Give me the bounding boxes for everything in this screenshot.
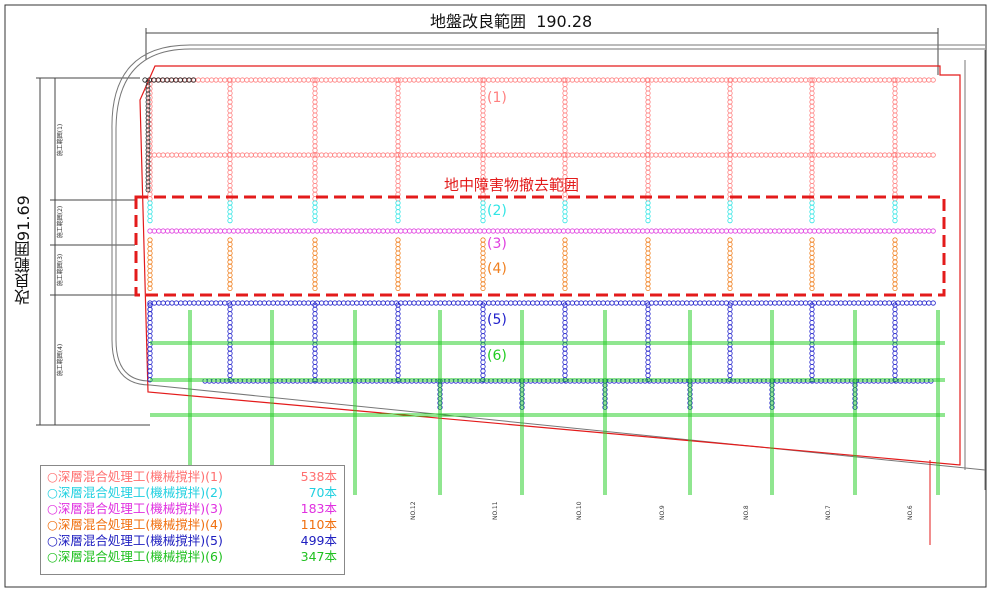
zone-label-6: (6) bbox=[487, 348, 507, 364]
station-label: NO.12 bbox=[410, 501, 417, 520]
section-label: 施工範囲(3) bbox=[56, 254, 64, 287]
station-label: NO.8 bbox=[743, 505, 750, 520]
legend-count: 538本 bbox=[300, 469, 337, 484]
pile-grid bbox=[142, 77, 945, 495]
section-labels: 施工範囲(1) 施工範囲(2) 施工範囲(3) 施工範囲(4) bbox=[56, 124, 64, 377]
legend-count: 183本 bbox=[300, 501, 337, 516]
station-markers: NO.12 NO.11 NO.10 NO.9 NO.8 NO.7 NO.6 bbox=[410, 501, 914, 520]
station-label: NO.7 bbox=[825, 505, 832, 520]
legend-count: 499本 bbox=[300, 533, 337, 548]
obstacle-removal-area bbox=[134, 195, 946, 297]
legend-count: 347本 bbox=[300, 549, 337, 564]
zone-label-2: (2) bbox=[487, 203, 507, 219]
zone-label-5: (5) bbox=[487, 312, 507, 328]
legend-label: ○深層混合処理工(機械撹拌)(4) bbox=[47, 517, 223, 532]
zone-label-4: (4) bbox=[487, 261, 507, 277]
legend-box: ○深層混合処理工(機械撹拌)(1) 538本 ○深層混合処理工(機械撹拌)(2) 7… bbox=[40, 465, 345, 575]
improvement-width-label: 地盤改良範囲 190.28 bbox=[430, 12, 593, 31]
station-label: NO.6 bbox=[907, 505, 914, 520]
height-dimension bbox=[36, 77, 150, 426]
legend-count: 70本 bbox=[308, 485, 337, 500]
legend-row-3: ○深層混合処理工(機械撹拌)(3) 183本 bbox=[47, 501, 344, 517]
width-dimension bbox=[145, 28, 939, 75]
legend-row-2: ○深層混合処理工(機械撹拌)(2) 70本 bbox=[47, 485, 344, 501]
legend-label: ○深層混合処理工(機械撹拌)(1) bbox=[47, 469, 223, 484]
legend-count: 110本 bbox=[300, 517, 337, 532]
improvement-height-label: 改良範囲91.69 bbox=[14, 195, 33, 305]
obstacle-removal-label: 地中障害物撤去範囲 bbox=[444, 176, 580, 194]
legend-label: ○深層混合処理工(機械撹拌)(2) bbox=[47, 485, 223, 500]
section-label: 施工範囲(4) bbox=[56, 344, 64, 377]
station-label: NO.10 bbox=[576, 501, 583, 520]
legend-row-5: ○深層混合処理工(機械撹拌)(5) 499本 bbox=[47, 533, 344, 549]
zone-label-1: (1) bbox=[487, 90, 507, 106]
station-label: NO.11 bbox=[492, 501, 499, 520]
legend-label: ○深層混合処理工(機械撹拌)(5) bbox=[47, 533, 223, 548]
legend-label: ○深層混合処理工(機械撹拌)(6) bbox=[47, 549, 223, 564]
station-label: NO.9 bbox=[659, 505, 666, 520]
zone-label-3: (3) bbox=[487, 236, 507, 252]
section-label: 施工範囲(1) bbox=[56, 124, 64, 157]
section-label: 施工範囲(2) bbox=[56, 206, 64, 239]
legend-label: ○深層混合処理工(機械撹拌)(3) bbox=[47, 501, 223, 516]
legend-row-1: ○深層混合処理工(機械撹拌)(1) 538本 bbox=[47, 469, 344, 485]
legend-row-4: ○深層混合処理工(機械撹拌)(4) 110本 bbox=[47, 517, 344, 533]
improvement-boundary bbox=[139, 65, 961, 466]
legend-row-6: ○深層混合処理工(機械撹拌)(6) 347本 bbox=[47, 549, 344, 565]
